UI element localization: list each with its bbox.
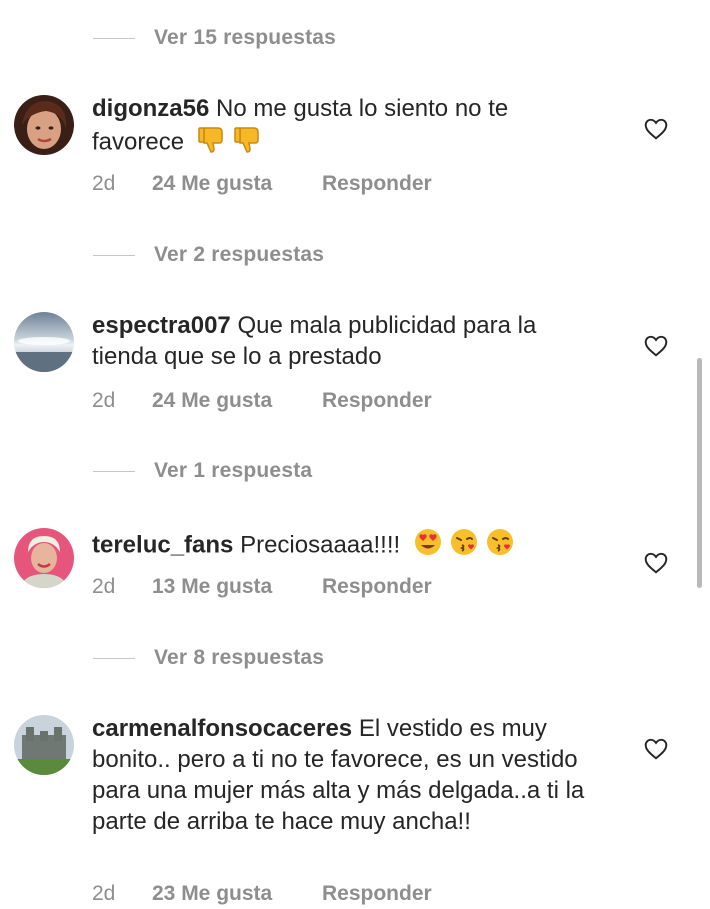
- view-replies-label: Ver 1 respuesta: [154, 459, 313, 482]
- avatar-photo: [14, 95, 74, 155]
- avatar[interactable]: [14, 715, 74, 775]
- kiss-emoji-icon: [449, 527, 479, 565]
- comment-text: tereluc_fans Preciosaaaa!!!!: [92, 527, 602, 565]
- view-replies-label: Ver 2 respuestas: [154, 243, 325, 266]
- likes-count-link[interactable]: 23 Me gusta: [152, 882, 322, 906]
- username-link[interactable]: espectra007: [92, 312, 231, 339]
- kiss-emoji-icon: [485, 527, 515, 565]
- replies-divider-line: [93, 37, 135, 39]
- avatar-photo: [14, 528, 74, 588]
- reply-button[interactable]: Responder: [322, 389, 432, 413]
- view-replies-button[interactable]: Ver 2 respuestas: [93, 240, 324, 270]
- scrollbar-thumb[interactable]: [697, 358, 702, 588]
- reply-button[interactable]: Responder: [322, 575, 432, 599]
- comment-text: carmenalfonsocaceres El vestido es muy b…: [92, 713, 602, 837]
- like-heart-icon[interactable]: [643, 116, 669, 142]
- like-heart-icon[interactable]: [643, 736, 669, 762]
- comment-meta: 2d 24 Me gusta Responder: [92, 386, 432, 416]
- comment-text: digonza56 No me gusta lo siento no te fa…: [92, 93, 602, 162]
- replies-divider-line: [93, 254, 135, 256]
- reply-button[interactable]: Responder: [322, 172, 432, 196]
- username-link[interactable]: carmenalfonsocaceres: [92, 715, 352, 742]
- avatar-photo: [14, 312, 74, 372]
- view-replies-label: Ver 15 respuestas: [154, 26, 337, 49]
- thumbs-down-emoji-icon: [197, 124, 227, 162]
- comment-meta: 2d 13 Me gusta Responder: [92, 572, 432, 602]
- avatar[interactable]: [14, 312, 74, 372]
- avatar-photo: [14, 715, 74, 775]
- comment-age: 2d: [92, 389, 116, 412]
- view-replies-button[interactable]: Ver 15 respuestas: [93, 23, 336, 53]
- view-replies-label: Ver 8 respuestas: [154, 646, 325, 669]
- likes-count-link[interactable]: 24 Me gusta: [152, 172, 322, 196]
- comment-text: espectra007 Que mala publicidad para la …: [92, 310, 602, 372]
- likes-count-link[interactable]: 24 Me gusta: [152, 389, 322, 413]
- thumbs-down-emoji-icon: [233, 124, 263, 162]
- comment-age: 2d: [92, 575, 116, 598]
- like-heart-icon[interactable]: [643, 333, 669, 359]
- like-heart-icon[interactable]: [643, 550, 669, 576]
- avatar[interactable]: [14, 95, 74, 155]
- avatar[interactable]: [14, 528, 74, 588]
- username-link[interactable]: tereluc_fans: [92, 531, 233, 558]
- replies-divider-line: [93, 470, 135, 472]
- likes-count-link[interactable]: 13 Me gusta: [152, 575, 322, 599]
- view-replies-button[interactable]: Ver 8 respuestas: [93, 643, 324, 673]
- comment-age: 2d: [92, 172, 116, 195]
- comment-message: Preciosaaaa!!!!: [240, 531, 401, 559]
- comment-age: 2d: [92, 882, 116, 905]
- comment-meta: 2d 24 Me gusta Responder: [92, 169, 432, 199]
- username-link[interactable]: digonza56: [92, 95, 209, 122]
- view-replies-button[interactable]: Ver 1 respuesta: [93, 456, 312, 486]
- replies-divider-line: [93, 657, 135, 659]
- heart-eyes-emoji-icon: [413, 527, 443, 565]
- comment-meta: 2d 23 Me gusta Responder: [92, 879, 432, 909]
- reply-button[interactable]: Responder: [322, 882, 432, 906]
